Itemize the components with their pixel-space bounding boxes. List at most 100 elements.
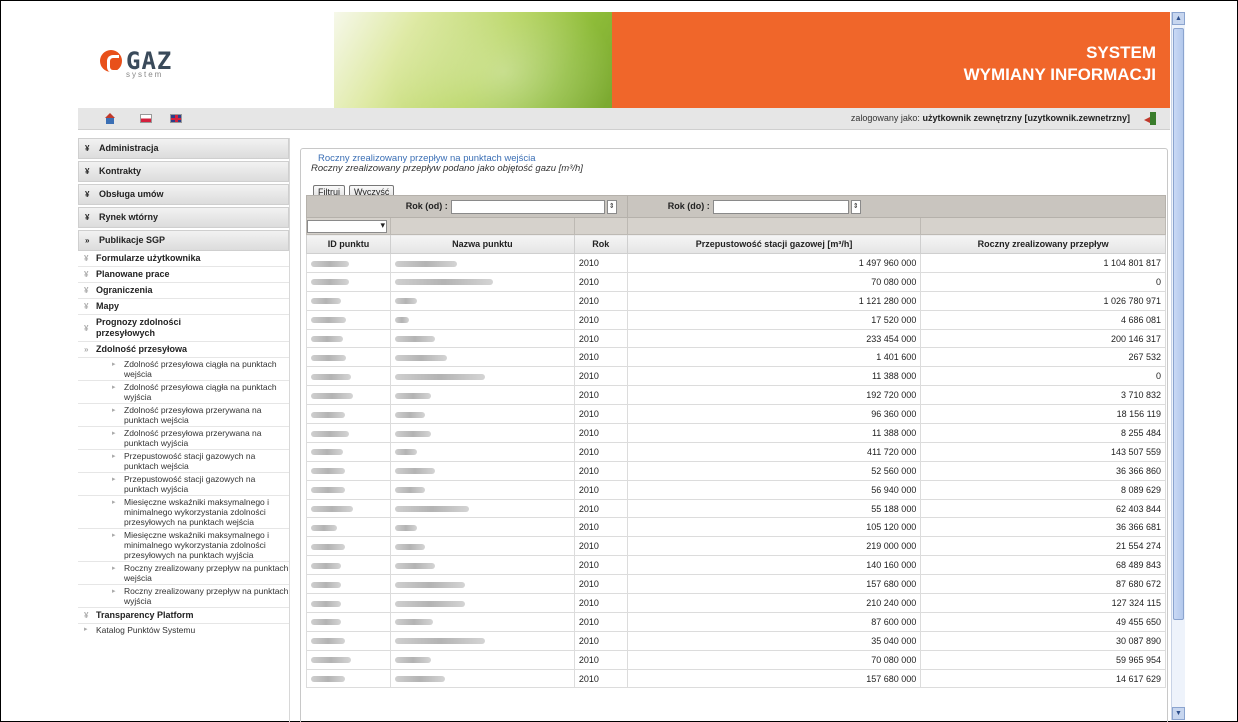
redacted-id [311,298,341,305]
redacted-name [394,317,409,324]
sidebar-section-obsluga-umow[interactable]: ¥ Obsługa umów [78,184,289,205]
header: GAZ system SYSTEM WYMIANY INFORMACJI [78,12,1170,108]
chevron-down-icon: ¥ [84,611,89,620]
table-row[interactable]: 2010 11 388 000 8 255 484 [306,423,1166,443]
cell-capacity: 70 080 000 [626,649,922,670]
item-label: Przepustowość stacji gazowych na punktac… [124,474,256,494]
sidebar-section-administracja[interactable]: ¥ Administracja [78,138,289,159]
table-row[interactable]: 2010 56 940 000 8 089 629 [306,479,1166,500]
sidebar-leaf-item[interactable]: ▸ Zdolność przesyłowa ciągła na punktach … [78,381,289,404]
table-row[interactable]: 2010 11 388 000 0 [306,366,1166,387]
section-label: Obsługa umów [99,189,164,199]
redacted-name [394,260,457,267]
cell-capacity: 55 188 000 [626,498,922,519]
cell-year: 2010 [573,271,628,292]
scroll-up-icon[interactable]: ▲ [1172,12,1185,25]
cell-flow: 1 026 780 971 [920,290,1166,311]
logout-icon[interactable] [1144,112,1156,125]
cell-year: 2010 [573,404,628,425]
year-to-cell: Rok (do) : ⇕ [626,195,1167,218]
sidebar-leaf-item[interactable]: ▸ Miesięczne wskaźniki maksymalnego i min… [78,529,289,562]
table-row[interactable]: 2010 233 454 000 200 146 317 [306,328,1166,349]
cell-year: 2010 [573,555,628,576]
sidebar-leaf-item[interactable]: ▸ Roczny zrealizowany przepływ na punktac… [78,585,289,608]
table-row[interactable]: 2010 17 520 000 4 686 081 [306,309,1166,330]
flag-pl-icon[interactable] [140,114,152,123]
sidebar-leaf-item-active[interactable]: ▸ Roczny zrealizowany przepływ na punktac… [78,562,289,585]
sidebar-item-zdolnosc-przesylowa[interactable]: » Zdolność przesyłowa [78,342,289,358]
col-header-capacity[interactable]: Przepustowość stacji gazowej [m³/h] [626,234,922,254]
table-row[interactable]: 2010 210 240 000 127 324 115 [306,593,1166,613]
id-filter-select[interactable] [307,219,387,233]
table-row[interactable]: 2010 219 000 000 21 554 274 [306,536,1166,557]
table-row[interactable]: 2010 96 360 000 18 156 119 [306,404,1166,425]
table-row[interactable]: 2010 52 560 000 36 366 860 [306,460,1166,481]
redacted-id [311,468,345,475]
table-row[interactable]: 2010 411 720 000 143 507 559 [306,441,1166,462]
table-row[interactable]: 2010 35 040 000 30 087 890 [306,630,1166,651]
table-row[interactable]: 2010 70 080 000 59 965 954 [306,649,1166,670]
col-header-year[interactable]: Rok [573,234,628,254]
spinner-icon[interactable]: ⇕ [606,199,617,214]
col-header-name[interactable]: Nazwa punktu [389,234,575,254]
table-row[interactable]: 2010 105 120 000 36 366 681 [306,517,1166,538]
cell-capacity: 52 560 000 [626,460,922,481]
table-row[interactable]: 2010 140 160 000 68 489 843 [306,555,1166,576]
sidebar-leaf-item[interactable]: ▸ Przepustowość stacji gazowych na punkta… [78,473,289,496]
table-row[interactable]: 2010 157 680 000 14 617 629 [306,668,1166,689]
cell-flow: 8 089 629 [920,479,1166,500]
sidebar-section-kontrakty[interactable]: ¥ Kontrakty [78,161,289,182]
table-row[interactable]: 2010 70 080 000 0 [306,271,1166,292]
sidebar-item-katalog[interactable]: ▸ Katalog Punktów Systemu [78,624,289,636]
sidebar-item-mapy[interactable]: ¥ Mapy [78,299,289,315]
table-row[interactable]: 2010 1 401 600 267 532 [306,347,1166,368]
year-to-input[interactable] [712,199,849,214]
table-row[interactable]: 2010 1 497 960 000 1 104 801 817 [306,253,1166,273]
sidebar-item-planowane-prace[interactable]: ¥ Planowane prace [78,267,289,283]
sidebar-leaf-item[interactable]: ▸ Miesięczne wskaźniki maksymalnego i min… [78,496,289,529]
cell-name [389,309,575,330]
filter-cell [920,217,1166,235]
gaz-system-logo[interactable]: GAZ [100,49,172,73]
spinner-icon[interactable]: ⇕ [850,199,861,214]
chevron-down-icon: ¥ [84,302,89,311]
login-info: zalogowany jako: użytkownik zewnętrzny [… [851,113,1130,123]
cell-year: 2010 [573,574,628,595]
flag-en-icon[interactable] [170,114,182,123]
item-label: Planowane prace [96,269,170,279]
table-row[interactable]: 2010 192 720 000 3 710 832 [306,385,1166,406]
sidebar-section-publikacje-sgp[interactable]: » Publikacje SGP [78,230,289,251]
table-row[interactable]: 2010 87 600 000 49 455 650 [306,611,1166,632]
scroll-thumb[interactable] [1173,28,1184,620]
item-label: Zdolność przesyłowa [96,344,188,354]
chevron-down-icon: ¥ [84,286,89,295]
vertical-scrollbar[interactable]: ▲ ▼ [1171,12,1185,720]
redacted-name [394,506,469,513]
table-row[interactable]: 2010 1 121 280 000 1 026 780 971 [306,290,1166,311]
sidebar-item-prognozy[interactable]: ¥ Prognozy zdolności przesyłowych [78,315,289,342]
sidebar-item-transparency[interactable]: ¥ Transparency Platform [78,608,289,624]
sidebar-item-formularze[interactable]: ¥ Formularze użytkownika [78,251,289,267]
cell-id [306,441,391,462]
table-row[interactable]: 2010 55 188 000 62 403 844 [306,498,1166,519]
cell-capacity: 157 680 000 [626,574,922,595]
sidebar-leaf-item[interactable]: ▸ Przepustowość stacji gazowych na punkta… [78,450,289,473]
cell-name [389,271,575,292]
cell-year: 2010 [573,423,628,443]
item-label: Ograniczenia [96,285,153,295]
filter-cell [626,217,922,235]
col-header-id[interactable]: ID punktu [306,234,391,254]
sidebar-leaf-item[interactable]: ▸ Zdolność przesyłowa ciągła na punktach … [78,358,289,381]
sidebar-leaf-item[interactable]: ▸ Zdolność przesyłowa przerywana na punkt… [78,404,289,427]
scroll-down-icon[interactable]: ▼ [1172,707,1185,720]
table-row[interactable]: 2010 157 680 000 87 680 672 [306,574,1166,595]
col-header-flow[interactable]: Roczny zrealizowany przepływ [920,234,1166,254]
year-from-input[interactable] [450,199,605,214]
sidebar-item-ograniczenia[interactable]: ¥ Ograniczenia [78,283,289,299]
cell-id [306,385,391,406]
sidebar-leaf-item[interactable]: ▸ Zdolność przesyłowa przerywana na punkt… [78,427,289,450]
home-icon[interactable] [104,113,116,124]
data-table: Rok (od) : ⇕ Rok (do) : ⇕ ID punktu Nazwa … [306,195,1167,689]
sidebar-section-rynek-wtorny[interactable]: ¥ Rynek wtórny [78,207,289,228]
redacted-id [311,317,346,324]
